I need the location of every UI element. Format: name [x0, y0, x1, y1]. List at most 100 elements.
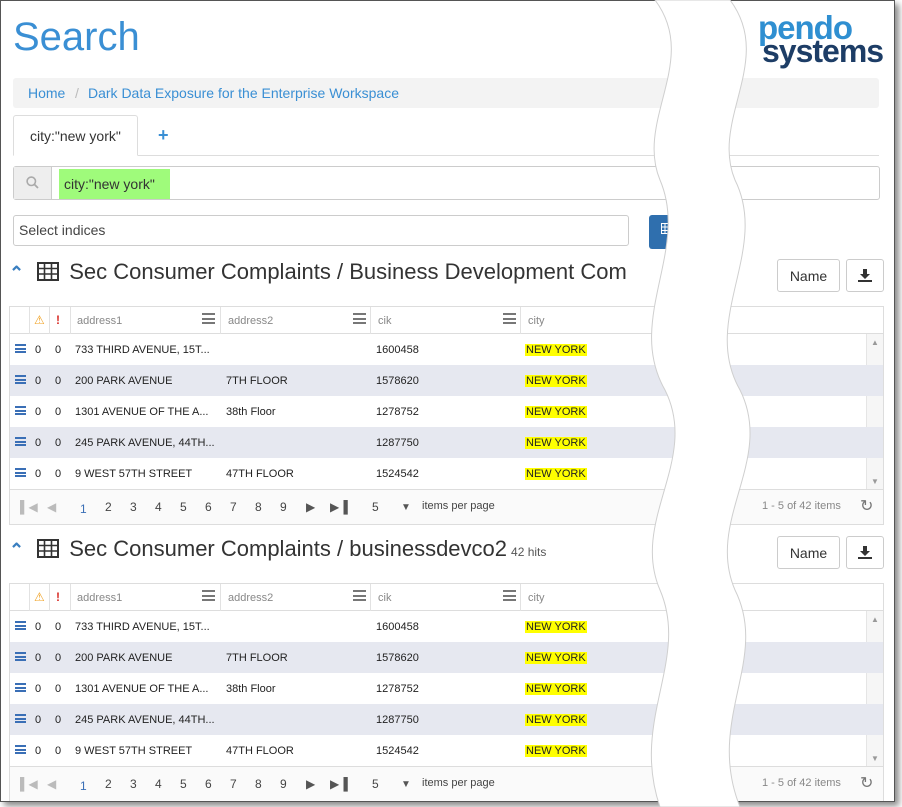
column-menu-icon[interactable] [353, 313, 366, 324]
warning-count: 0 [35, 621, 42, 633]
last-page-icon[interactable]: ▶▐ [330, 777, 348, 791]
breadcrumb-separator: / [75, 85, 79, 101]
page-5-link[interactable]: 5 [180, 777, 187, 791]
warning-count: 0 [35, 652, 42, 664]
page-9-link[interactable]: 9 [280, 777, 287, 791]
page-1-link[interactable]: 1 [80, 779, 87, 793]
column-header-city[interactable]: city [528, 315, 545, 327]
page-size-dropdown-icon[interactable]: ▼ [401, 779, 411, 790]
page-4-link[interactable]: 4 [155, 777, 162, 791]
collapse-chevron-icon[interactable]: ⌃ [9, 540, 31, 561]
indices-table-button[interactable] [649, 215, 689, 249]
cell-address2: 47TH FLOOR [226, 745, 294, 757]
page-2-link[interactable]: 2 [105, 777, 112, 791]
city-highlight: NEW YORK [525, 714, 587, 726]
column-header-city[interactable]: city [528, 592, 545, 604]
error-count: 0 [55, 437, 62, 449]
row-details-icon[interactable] [15, 344, 26, 353]
logo-line2: systems [762, 33, 884, 69]
column-header-address2[interactable]: address2 [228, 592, 273, 604]
page-size-dropdown-icon[interactable]: ▼ [401, 502, 411, 513]
table-row[interactable]: 0 0 200 PARK AVENUE 7TH FLOOR 1578620 NE… [10, 642, 883, 673]
row-details-icon[interactable] [15, 468, 26, 477]
column-menu-icon[interactable] [202, 313, 215, 324]
download-button[interactable] [846, 536, 884, 569]
page-6-link[interactable]: 6 [205, 500, 212, 514]
page-1-link[interactable]: 1 [80, 502, 87, 516]
page-7-link[interactable]: 7 [230, 500, 237, 514]
cell-city: NEW YORK [525, 406, 587, 418]
page-3-link[interactable]: 3 [130, 777, 137, 791]
collapse-chevron-icon[interactable]: ⌃ [9, 263, 31, 284]
download-button[interactable] [846, 259, 884, 292]
table-row[interactable]: 0 0 9 WEST 57TH STREET 47TH FLOOR 152454… [10, 735, 883, 766]
refresh-icon[interactable]: ↻ [860, 773, 873, 793]
warning-count: 0 [35, 375, 42, 387]
cell-address2: 7TH FLOOR [226, 652, 288, 664]
row-details-icon[interactable] [15, 406, 26, 415]
page-5-link[interactable]: 5 [180, 500, 187, 514]
page-9-link[interactable]: 9 [280, 500, 287, 514]
table-row[interactable]: 0 0 1301 AVENUE OF THE A... 38th Floor 1… [10, 396, 883, 427]
column-header-address1[interactable]: address1 [77, 592, 122, 604]
page-6-link[interactable]: 6 [205, 777, 212, 791]
breadcrumb-home-link[interactable]: Home [28, 85, 65, 101]
pager-info: 1 - 5 of 42 items [762, 777, 841, 789]
section-title-text: Sec Consumer Complaints / Business Devel… [69, 259, 627, 284]
row-details-icon[interactable] [15, 437, 26, 446]
column-header-address2[interactable]: address2 [228, 315, 273, 327]
table-row[interactable]: 0 0 733 THIRD AVENUE, 15T... 1600458 NEW… [10, 611, 883, 642]
page-7-link[interactable]: 7 [230, 777, 237, 791]
page-size-value[interactable]: 5 [372, 500, 379, 514]
column-menu-icon[interactable] [353, 590, 366, 601]
previous-page-icon[interactable]: ◀ [47, 500, 56, 514]
page-8-link[interactable]: 8 [255, 777, 262, 791]
page-4-link[interactable]: 4 [155, 500, 162, 514]
column-header-cik[interactable]: cik [378, 315, 391, 327]
row-details-icon[interactable] [15, 652, 26, 661]
previous-page-icon[interactable]: ◀ [47, 777, 56, 791]
search-input[interactable]: city:"new york" [13, 166, 880, 200]
cell-address1: 200 PARK AVENUE [75, 652, 173, 664]
table-row[interactable]: 0 0 200 PARK AVENUE 7TH FLOOR 1578620 NE… [10, 365, 883, 396]
download-icon [858, 546, 872, 559]
error-count: 0 [55, 621, 62, 633]
add-tab-button[interactable]: + [158, 125, 169, 146]
page-size-value[interactable]: 5 [372, 777, 379, 791]
warning-count: 0 [35, 406, 42, 418]
row-details-icon[interactable] [15, 745, 26, 754]
table-row[interactable]: 0 0 245 PARK AVENUE, 44TH... 1287750 NEW… [10, 704, 883, 735]
table-row[interactable]: 0 0 1301 AVENUE OF THE A... 38th Floor 1… [10, 673, 883, 704]
row-details-icon[interactable] [15, 714, 26, 723]
table-row[interactable]: 0 0 733 THIRD AVENUE, 15T... 1600458 NEW… [10, 334, 883, 365]
cell-address2: 7TH FLOOR [226, 375, 288, 387]
refresh-icon[interactable]: ↻ [860, 496, 873, 516]
next-page-icon[interactable]: ▶ [306, 777, 315, 791]
sort-by-name-button[interactable]: Name [777, 259, 840, 292]
row-details-icon[interactable] [15, 621, 26, 630]
next-page-icon[interactable]: ▶ [306, 500, 315, 514]
column-header-address1[interactable]: address1 [77, 315, 122, 327]
error-count: 0 [55, 745, 62, 757]
first-page-icon[interactable]: ▌◀ [20, 500, 38, 514]
sort-by-name-button[interactable]: Name [777, 536, 840, 569]
last-page-icon[interactable]: ▶▐ [330, 500, 348, 514]
section-title: ⌃ Sec Consumer Complaints / businessdevc… [9, 536, 546, 562]
column-header-cik[interactable]: cik [378, 592, 391, 604]
table-row[interactable]: 0 0 9 WEST 57TH STREET 47TH FLOOR 152454… [10, 458, 883, 489]
table-row[interactable]: 0 0 245 PARK AVENUE, 44TH... 1287750 NEW… [10, 427, 883, 458]
result-section: ⌃ Sec Consumer Complaints / Business Dev… [1, 259, 894, 525]
select-indices-field[interactable]: Select indices [13, 215, 629, 246]
page-2-link[interactable]: 2 [105, 500, 112, 514]
column-menu-icon[interactable] [202, 590, 215, 601]
page-3-link[interactable]: 3 [130, 500, 137, 514]
row-details-icon[interactable] [15, 683, 26, 692]
column-menu-icon[interactable] [503, 590, 516, 601]
breadcrumb-workspace-link[interactable]: Dark Data Exposure for the Enterprise Wo… [88, 85, 399, 101]
column-menu-icon[interactable] [503, 313, 516, 324]
tab-query[interactable]: city:"new york" [13, 115, 138, 156]
row-details-icon[interactable] [15, 375, 26, 384]
city-highlight: NEW YORK [525, 652, 587, 664]
first-page-icon[interactable]: ▌◀ [20, 777, 38, 791]
page-8-link[interactable]: 8 [255, 500, 262, 514]
